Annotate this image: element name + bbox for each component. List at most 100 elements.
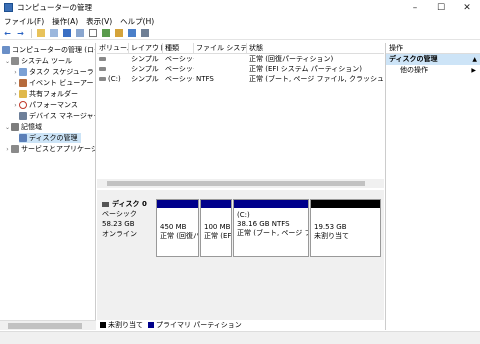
disk-management-icon	[19, 134, 27, 142]
title-bar: コンピューターの管理 – ☐ ✕	[0, 0, 480, 15]
tree-horizontal-scrollbar[interactable]	[0, 320, 96, 330]
computer-management-icon	[2, 46, 10, 54]
show-tree-icon[interactable]	[48, 28, 59, 39]
column-volume[interactable]: ボリューム	[97, 43, 129, 53]
partition-status: 未割り当て	[314, 232, 349, 240]
menu-action[interactable]: 操作(A)	[48, 16, 82, 27]
row-file-system: NTFS	[196, 75, 214, 83]
maximize-button[interactable]: ☐	[428, 0, 454, 15]
expand-arrow-icon: ▶	[471, 67, 476, 74]
unallocated-swatch	[100, 322, 106, 328]
chevron-right-icon[interactable]: ›	[12, 102, 19, 109]
partition-name	[160, 214, 195, 223]
legend-primary: プライマリ パーティション	[156, 321, 242, 329]
volume-icon	[99, 77, 106, 81]
toolbar: ← →	[0, 27, 480, 40]
checklist-icon[interactable]	[126, 28, 137, 39]
scrollbar-thumb[interactable]	[8, 323, 82, 329]
tree-item-disk-management[interactable]: ディスクの管理	[19, 133, 81, 143]
volume-icon	[99, 57, 106, 61]
row-type: ベーシック	[165, 65, 194, 73]
document-icon[interactable]	[87, 28, 98, 39]
tree-item-storage[interactable]: ⌄ 記憶域	[4, 122, 42, 132]
column-file-system[interactable]: ファイル システム	[194, 43, 247, 53]
chevron-right-icon[interactable]: ›	[12, 80, 19, 87]
tree-item-device-manager[interactable]: デバイス マネージャー	[19, 111, 95, 121]
open-icon[interactable]	[113, 28, 124, 39]
partition-status: 正常 (回復パ	[160, 232, 199, 240]
back-arrow-icon[interactable]: ←	[2, 28, 13, 39]
row-status: 正常 (回復パーティション)	[249, 55, 334, 63]
chevron-right-icon[interactable]: ›	[4, 146, 11, 153]
disk-0-label[interactable]: ディスク 0 ベーシック 58.23 GB オンライン	[100, 199, 155, 257]
close-button[interactable]: ✕	[454, 0, 480, 15]
partition-legend: 未割り当て プライマリ パーティション	[97, 320, 384, 330]
column-layout[interactable]: レイアウト	[129, 43, 163, 53]
partition-color-bar	[234, 200, 308, 208]
actions-section-disk-management[interactable]: ディスクの管理 ▲	[386, 54, 480, 65]
new-icon[interactable]	[100, 28, 111, 39]
event-log-icon	[19, 79, 27, 87]
tree-item-shared-folders[interactable]: › 共有フォルダー	[12, 89, 78, 99]
scrollbar-thumb[interactable]	[107, 181, 365, 186]
navigation-tree: コンピューターの管理 (ローカル) ⌄ システム ツール › タスク スケジュー…	[0, 43, 96, 330]
tree-item-services[interactable]: › サービスとアプリケーション	[4, 144, 95, 154]
menu-view[interactable]: 表示(V)	[82, 16, 116, 27]
partition-size: 100 MB	[204, 223, 231, 231]
table-row[interactable]: シンプル ベーシック 正常 (回復パーティション)	[97, 54, 384, 64]
chevron-down-icon[interactable]: ⌄	[4, 58, 11, 65]
volume-icon	[99, 67, 106, 71]
row-layout: シンプル	[131, 65, 159, 73]
toolbar-divider	[31, 28, 32, 38]
partition-status: 正常 (EF	[204, 232, 232, 240]
partition-recovery[interactable]: 450 MB 正常 (回復パ	[156, 199, 199, 257]
column-status[interactable]: 状態	[247, 43, 384, 53]
row-layout: シンプル	[131, 55, 159, 63]
performance-icon	[19, 101, 27, 109]
actions-pane: 操作 ディスクの管理 ▲ 他の操作 ▶	[385, 43, 480, 330]
partition-name	[314, 214, 377, 223]
disk-icon	[102, 201, 109, 207]
partition-c-drive[interactable]: (C:) 38.16 GB NTFS 正常 (ブート, ページ ファ	[233, 199, 309, 257]
grid-view-icon[interactable]	[139, 28, 150, 39]
volume-list-header: ボリューム レイアウト 種類 ファイル システム 状態	[97, 43, 384, 54]
partition-name	[204, 214, 228, 223]
up-folder-icon[interactable]	[35, 28, 46, 39]
chevron-right-icon[interactable]: ›	[12, 69, 19, 76]
column-type[interactable]: 種類	[163, 43, 194, 53]
tree-item-event-viewer[interactable]: › イベント ビューアー	[12, 78, 94, 88]
table-row[interactable]: (C:) シンプル ベーシック NTFS 正常 (ブート, ページ ファイル, …	[97, 74, 384, 84]
partition-efi[interactable]: 100 MB 正常 (EF	[200, 199, 232, 257]
menu-file[interactable]: ファイル(F)	[0, 16, 48, 27]
partition-unallocated[interactable]: 19.53 GB 未割り当て	[310, 199, 381, 257]
collapse-arrow-icon[interactable]: ▲	[472, 54, 477, 65]
minimize-button[interactable]: –	[402, 0, 428, 15]
partition-size: 19.53 GB	[314, 223, 347, 231]
forward-arrow-icon[interactable]: →	[15, 28, 26, 39]
row-type: ベーシック	[165, 75, 194, 83]
disk-name: ディスク 0	[112, 200, 147, 208]
row-type: ベーシック	[165, 55, 194, 63]
row-layout: シンプル	[131, 75, 159, 83]
tree-item-root[interactable]: コンピューターの管理 (ローカル)	[2, 45, 95, 55]
tree-item-system-tools[interactable]: ⌄ システム ツール	[4, 56, 72, 66]
chevron-down-icon[interactable]: ⌄	[4, 124, 11, 131]
actions-more-item[interactable]: 他の操作 ▶	[386, 65, 480, 76]
computer-management-icon	[4, 3, 13, 12]
tools-icon	[11, 57, 19, 65]
volume-list-horizontal-scrollbar[interactable]	[97, 179, 384, 188]
primary-partition-swatch	[148, 322, 154, 328]
volume-list: ボリューム レイアウト 種類 ファイル システム 状態 シンプル ベーシック 正…	[97, 43, 384, 189]
properties-icon[interactable]	[74, 28, 85, 39]
disk-graphical-view: ディスク 0 ベーシック 58.23 GB オンライン 450 MB 正常 (回…	[97, 194, 384, 320]
help-icon[interactable]	[61, 28, 72, 39]
table-row[interactable]: シンプル ベーシック 正常 (EFI システム パーティション)	[97, 64, 384, 74]
partition-color-bar	[311, 200, 380, 208]
window-title: コンピューターの管理	[17, 3, 92, 12]
menu-help[interactable]: ヘルプ(H)	[116, 16, 158, 27]
chevron-right-icon[interactable]: ›	[12, 91, 19, 98]
tree-item-task-scheduler[interactable]: › タスク スケジューラ	[12, 67, 94, 77]
actions-header: 操作	[386, 43, 480, 54]
storage-icon	[11, 123, 19, 131]
tree-item-performance[interactable]: › パフォーマンス	[12, 100, 78, 110]
